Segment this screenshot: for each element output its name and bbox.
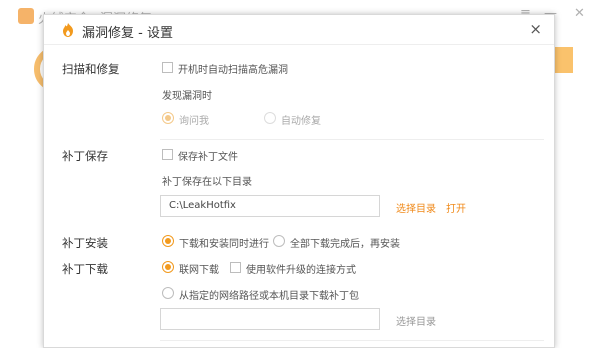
auto-fix-label: 自动修复: [281, 116, 321, 127]
install-while-download-radio[interactable]: [162, 235, 174, 247]
upgrade-conn-checkbox[interactable]: [230, 262, 241, 273]
from-path-radio[interactable]: [162, 287, 174, 299]
install-after-download-label: 全部下载完成后，再安装: [290, 239, 400, 250]
save-patch-label: 保存补丁文件: [178, 152, 238, 163]
download-choose-dir-link[interactable]: 选择目录: [396, 313, 436, 328]
from-path-label: 从指定的网络路径或本机目录下载补丁包: [179, 291, 359, 302]
install-while-download-label: 下载和安装同时进行: [179, 239, 269, 250]
save-patch-checkbox[interactable]: [162, 149, 173, 160]
ask-me-label: 询问我: [179, 116, 209, 127]
online-download-radio[interactable]: [162, 261, 174, 273]
patch-dir-input[interactable]: C:\LeakHotfix: [160, 195, 380, 217]
auto-scan-checkbox[interactable]: [162, 62, 173, 73]
dialog-header: 漏洞修复 - 设置 ×: [44, 15, 554, 45]
ask-me-radio[interactable]: [162, 112, 174, 124]
download-path-input[interactable]: [160, 308, 380, 330]
patch-download-section-label: 补丁下载: [62, 262, 108, 276]
choose-dir-link[interactable]: 选择目录: [396, 200, 436, 215]
install-after-download-radio[interactable]: [273, 235, 285, 247]
auto-scan-label: 开机时自动扫描高危漏洞: [178, 65, 288, 76]
divider: [160, 340, 544, 341]
online-download-label: 联网下载: [179, 265, 219, 276]
open-dir-link[interactable]: 打开: [446, 200, 466, 215]
patch-dir-label: 补丁保存在以下目录: [162, 177, 252, 188]
huorong-logo-icon: [63, 23, 73, 37]
divider: [160, 139, 544, 140]
settings-dialog: 漏洞修复 - 设置 × 扫描和修复 开机时自动扫描高危漏洞 发现漏洞时 询问我 …: [43, 14, 555, 348]
found-vuln-label: 发现漏洞时: [162, 91, 212, 102]
patch-install-section-label: 补丁安装: [62, 236, 108, 250]
scan-section-label: 扫描和修复: [62, 62, 120, 76]
patch-save-section-label: 补丁保存: [62, 149, 108, 163]
dialog-title: 漏洞修复 - 设置: [82, 26, 173, 41]
upgrade-conn-label: 使用软件升级的连接方式: [246, 265, 356, 276]
close-icon[interactable]: ×: [529, 20, 542, 38]
auto-fix-radio[interactable]: [264, 112, 276, 124]
